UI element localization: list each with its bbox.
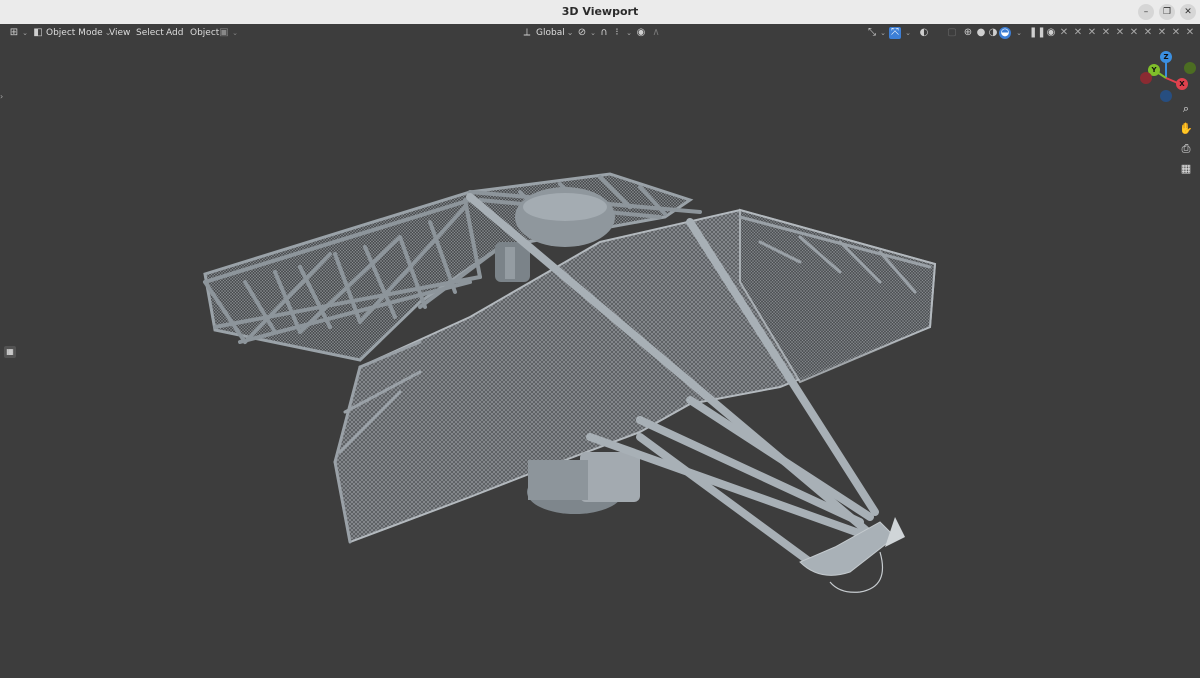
chevron-down-icon[interactable]: ⌄ bbox=[902, 27, 914, 39]
gizmo-x-axis[interactable]: X bbox=[1176, 78, 1188, 90]
move-gizmo-icon[interactable]: ⤧ bbox=[889, 27, 901, 39]
x-toggle-icon[interactable]: ✕ bbox=[1114, 27, 1126, 39]
x-toggle-icon[interactable]: ✕ bbox=[1156, 27, 1168, 39]
chevron-down-icon[interactable]: ⌄ bbox=[1013, 27, 1025, 39]
radar-antenna-model[interactable] bbox=[0, 42, 1200, 678]
x-toggle-icon[interactable]: ✕ bbox=[1086, 27, 1098, 39]
chevron-down-icon: ⌄ bbox=[566, 28, 574, 37]
gizmo-neg-z-axis[interactable] bbox=[1160, 90, 1172, 102]
viewport-header: ⊞ ⌄ ◧ Object Mode ⌄ View Select Add Objec… bbox=[0, 24, 1200, 42]
grid-ortho-icon[interactable]: ▦ bbox=[1177, 160, 1195, 178]
x-toggle-icon[interactable]: ✕ bbox=[1058, 27, 1070, 39]
editor-type-chevron-icon[interactable]: ⌄ bbox=[19, 27, 31, 39]
3d-viewport[interactable]: › ▦ Z Y X ⌕ ✋ ⎙ ▦ bbox=[0, 42, 1200, 678]
eye-icon[interactable]: ◉ bbox=[1045, 27, 1057, 39]
material-shading-icon[interactable]: ◑ bbox=[987, 27, 999, 39]
transform-orientation-selector[interactable]: Global ⌄ bbox=[536, 27, 573, 39]
x-toggle-icon[interactable]: ✕ bbox=[1184, 27, 1196, 39]
solid-shading-icon[interactable]: ● bbox=[975, 27, 987, 39]
x-toggle-icon[interactable]: ✕ bbox=[1128, 27, 1140, 39]
chevron-down-icon[interactable]: ⌄ bbox=[877, 27, 889, 39]
overlay-icon[interactable]: ◐ bbox=[918, 27, 930, 39]
gizmo-z-axis[interactable]: Z bbox=[1160, 51, 1172, 63]
mode-selector[interactable]: Object Mode ⌄ bbox=[46, 27, 111, 39]
x-toggle-icon[interactable]: ✕ bbox=[1100, 27, 1112, 39]
object-mode-icon: ◧ bbox=[33, 27, 43, 38]
close-button[interactable]: ✕ bbox=[1180, 4, 1196, 20]
gizmo-neg-y-axis[interactable] bbox=[1184, 62, 1196, 74]
x-toggle-icon[interactable]: ✕ bbox=[1072, 27, 1084, 39]
menu-object[interactable]: Object bbox=[190, 27, 219, 39]
menu-view[interactable]: View bbox=[109, 27, 130, 39]
wireframe-shading-icon[interactable]: ⊕ bbox=[962, 27, 974, 39]
pause-icon[interactable]: ❚❚ bbox=[1029, 27, 1046, 39]
chevron-down-icon[interactable]: ⌄ bbox=[229, 27, 241, 39]
minimize-button[interactable]: – bbox=[1138, 4, 1154, 20]
xray-icon[interactable]: ▢ bbox=[946, 27, 958, 39]
menu-select[interactable]: Select bbox=[136, 27, 164, 39]
gizmo-neg-x-axis[interactable] bbox=[1140, 72, 1152, 84]
menu-add[interactable]: Add bbox=[166, 27, 183, 39]
zoom-icon[interactable]: ⌕ bbox=[1177, 100, 1195, 118]
render-shading-icon[interactable]: ◒ bbox=[999, 27, 1011, 39]
chevron-down-icon[interactable]: ⌄ bbox=[623, 27, 635, 39]
maximize-button[interactable]: ❐ bbox=[1159, 4, 1175, 20]
x-toggle-icon[interactable]: ✕ bbox=[1142, 27, 1154, 39]
window-titlebar: 3D Viewport – ❐ ✕ bbox=[0, 0, 1200, 24]
proportional-edit-icon[interactable]: ◉ bbox=[635, 27, 647, 39]
orientation-icon: ⟂ bbox=[523, 27, 531, 38]
navigation-gizmo[interactable]: Z Y X bbox=[1140, 48, 1200, 104]
hand-pan-icon[interactable]: ✋ bbox=[1177, 120, 1195, 138]
camera-icon[interactable]: ⎙ bbox=[1177, 140, 1195, 158]
falloff-icon[interactable]: ∧ bbox=[650, 27, 662, 39]
snap-target-icon[interactable]: ⁝ bbox=[611, 27, 623, 39]
mode-label: Object Mode bbox=[46, 28, 103, 38]
orientation-label: Global bbox=[536, 28, 565, 38]
magnet-icon[interactable]: ∩ bbox=[598, 27, 610, 39]
window-title: 3D Viewport bbox=[561, 5, 639, 18]
x-toggle-icon[interactable]: ✕ bbox=[1170, 27, 1182, 39]
pedestal bbox=[527, 452, 640, 514]
